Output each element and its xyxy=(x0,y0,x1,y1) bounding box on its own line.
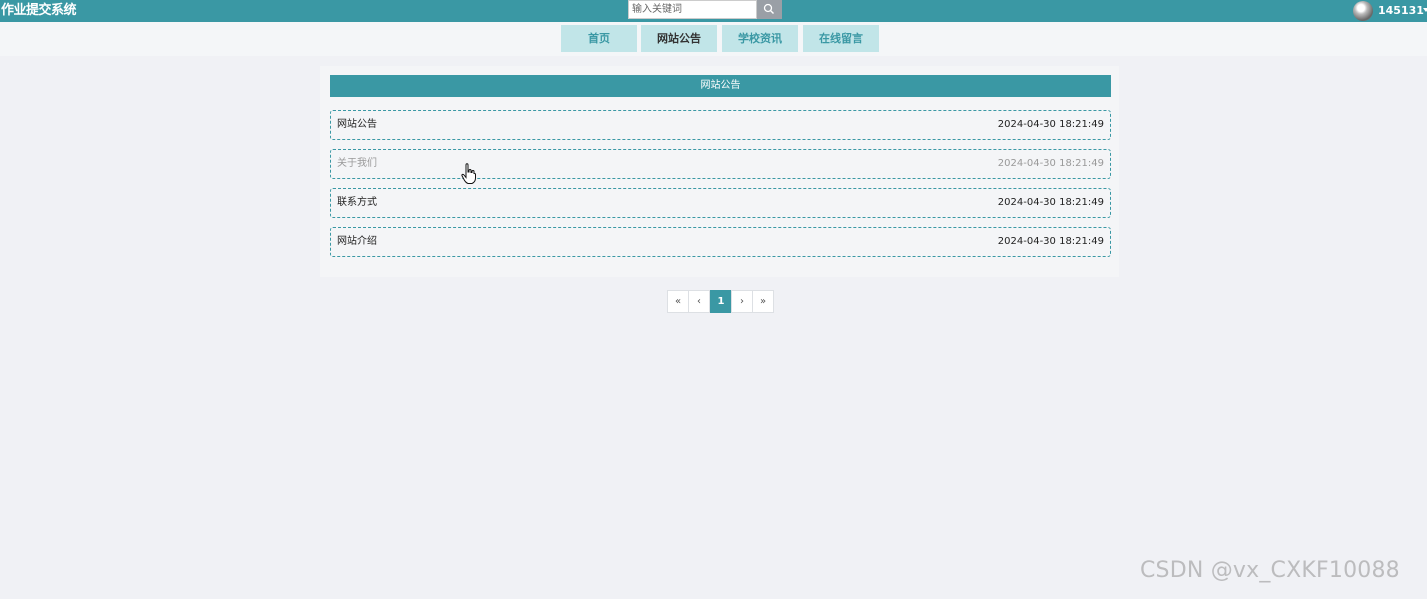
current-page-button[interactable]: 1 xyxy=(710,290,732,313)
item-title: 联系方式 xyxy=(337,197,377,208)
item-date: 2024-04-30 18:21:49 xyxy=(997,119,1104,130)
app-title: 作业提交系统 xyxy=(1,3,77,18)
search-button[interactable] xyxy=(757,0,782,19)
first-page-button[interactable]: « xyxy=(667,290,689,313)
prev-page-button[interactable]: ‹ xyxy=(688,290,710,313)
item-date: 2024-04-30 18:21:49 xyxy=(997,158,1104,169)
avatar xyxy=(1353,1,1373,21)
panel-title: 网站公告 xyxy=(330,75,1111,97)
list-item[interactable]: 联系方式 2024-04-30 18:21:49 xyxy=(330,188,1111,218)
nav-item-announcements[interactable]: 网站公告 xyxy=(641,25,717,52)
nav-item-messages[interactable]: 在线留言 xyxy=(803,25,879,52)
next-page-button[interactable]: › xyxy=(731,290,753,313)
pagination: « ‹ 1 › » xyxy=(667,290,774,313)
search-input[interactable] xyxy=(628,0,757,19)
list-item[interactable]: 网站介绍 2024-04-30 18:21:49 xyxy=(330,227,1111,257)
username: 145131 xyxy=(1378,4,1424,17)
list-item[interactable]: 网站公告 2024-04-30 18:21:49 xyxy=(330,110,1111,140)
top-header: 作业提交系统 145131 xyxy=(0,0,1427,22)
nav-item-home[interactable]: 首页 xyxy=(561,25,637,52)
item-title: 关于我们 xyxy=(337,158,377,169)
search-icon xyxy=(763,3,774,14)
user-menu[interactable]: 145131 xyxy=(1353,0,1427,22)
hand-cursor-icon xyxy=(461,163,476,184)
item-date: 2024-04-30 18:21:49 xyxy=(997,236,1104,247)
nav-item-school-news[interactable]: 学校资讯 xyxy=(722,25,798,52)
last-page-button[interactable]: » xyxy=(752,290,774,313)
item-date: 2024-04-30 18:21:49 xyxy=(997,197,1104,208)
item-title: 网站公告 xyxy=(337,119,377,130)
watermark: CSDN @vx_CXKF10088 xyxy=(1140,558,1400,583)
chevron-down-icon xyxy=(1423,8,1427,12)
main-nav: 首页 网站公告 学校资讯 在线留言 xyxy=(0,22,1427,56)
list-item[interactable]: 关于我们 2024-04-30 18:21:49 xyxy=(330,149,1111,179)
item-title: 网站介绍 xyxy=(337,236,377,247)
